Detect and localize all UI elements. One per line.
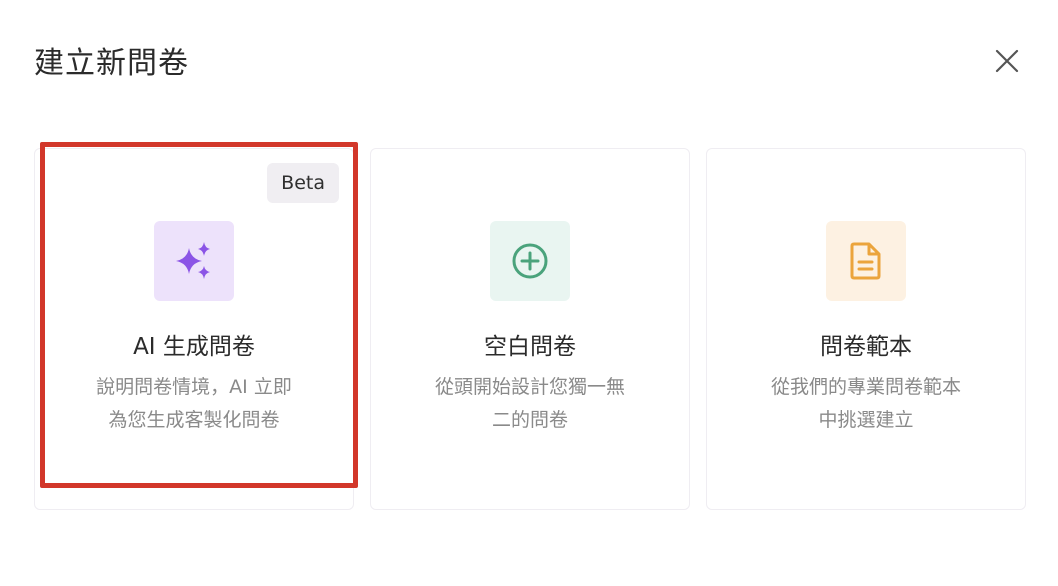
- close-icon: [995, 49, 1019, 73]
- template-icon-box: [826, 221, 906, 301]
- create-survey-dialog: 建立新問卷 Beta AI 生成問卷 說明問卷情境，AI 立即 為您生成客製化問…: [0, 0, 1058, 586]
- blank-icon-box: [490, 221, 570, 301]
- card-description: 說明問卷情境，AI 立即 為您生成客製化問卷: [65, 371, 323, 437]
- template-survey-card[interactable]: 問卷範本 從我們的專業問卷範本 中挑選建立: [706, 148, 1026, 510]
- card-description-line: 從頭開始設計您獨一無: [434, 376, 625, 398]
- close-button[interactable]: [990, 44, 1024, 78]
- card-description: 從我們的專業問卷範本 中挑選建立: [737, 371, 995, 437]
- dialog-title: 建立新問卷: [34, 46, 189, 81]
- sparkles-icon: [176, 242, 210, 279]
- card-title: 問卷範本: [820, 334, 912, 360]
- card-title: 空白問卷: [484, 334, 576, 360]
- card-description-line: 為您生成客製化問卷: [108, 409, 280, 431]
- plus-circle-icon: [512, 243, 548, 279]
- card-description-line: 中挑選建立: [818, 409, 914, 431]
- blank-survey-card[interactable]: 空白問卷 從頭開始設計您獨一無 二的問卷: [370, 148, 690, 510]
- beta-badge: Beta: [267, 163, 339, 203]
- card-description: 從頭開始設計您獨一無 二的問卷: [401, 371, 659, 437]
- ai-survey-card[interactable]: Beta AI 生成問卷 說明問卷情境，AI 立即 為您生成客製化問卷: [34, 148, 354, 510]
- ai-icon-box: [154, 221, 234, 301]
- card-description-line: 從我們的專業問卷範本: [770, 376, 961, 398]
- card-description-line: 二的問卷: [491, 409, 568, 431]
- card-description-line: 說明問卷情境，AI 立即: [96, 376, 292, 398]
- card-title: AI 生成問卷: [133, 334, 255, 360]
- document-icon: [850, 242, 881, 280]
